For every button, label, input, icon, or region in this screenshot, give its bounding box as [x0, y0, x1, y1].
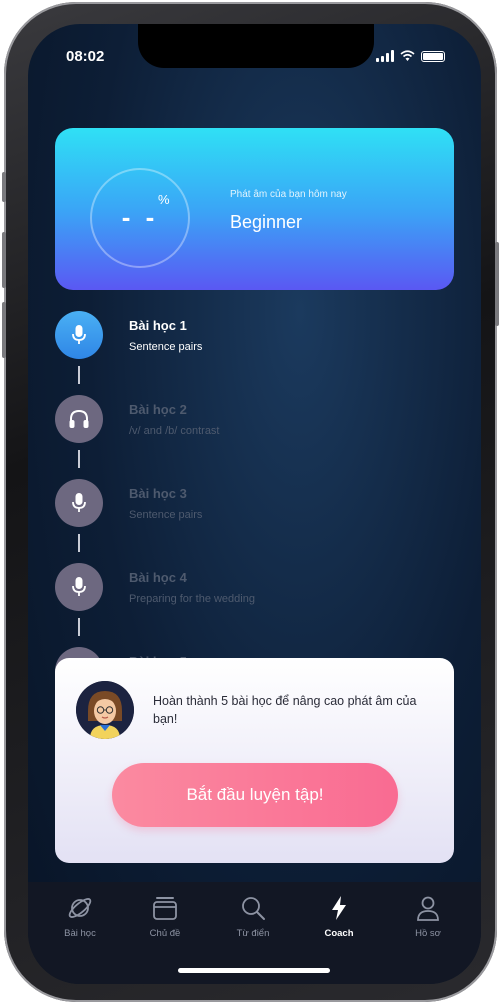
lesson-item-4[interactable]: Bài học 4 Preparing for the wedding — [55, 563, 455, 623]
lightning-icon — [332, 896, 346, 920]
score-caption: Phát âm của bạn hôm nay — [230, 189, 347, 200]
power-button — [495, 242, 499, 326]
headphones-icon — [69, 409, 89, 428]
tab-lessons[interactable]: Bài học — [45, 894, 115, 939]
coach-avatar — [76, 681, 134, 739]
wifi-icon — [400, 50, 415, 61]
coach-avatar-icon — [76, 681, 134, 739]
tab-profile[interactable]: Hồ sơ — [393, 894, 463, 939]
app-screen: 08:02 - - % Phát âm của bạn hôm nay Begi… — [28, 24, 481, 984]
notch — [138, 24, 374, 68]
profile-icon — [417, 896, 439, 921]
lesson-subtitle: Sentence pairs — [129, 509, 203, 521]
prompt-message: Hoàn thành 5 bài học để nâng cao phát âm… — [153, 694, 417, 726]
tab-topics[interactable]: Chủ đề — [130, 894, 200, 939]
home-indicator[interactable] — [178, 968, 330, 973]
volume-down-button — [2, 302, 6, 358]
battery-icon — [421, 50, 445, 62]
lesson-item-2[interactable]: Bài học 2 /v/ and /b/ contrast — [55, 395, 455, 455]
lesson-item-1[interactable]: Bài học 1 Sentence pairs — [55, 311, 455, 371]
lesson-icon-button[interactable] — [55, 395, 103, 443]
daily-score-card[interactable]: - - % Phát âm của bạn hôm nay Beginner — [55, 128, 454, 290]
tab-dictionary[interactable]: Từ điển — [218, 894, 288, 939]
volume-up-button — [2, 232, 6, 288]
lesson-icon-button[interactable] — [55, 311, 103, 359]
search-icon — [242, 897, 265, 920]
lesson-subtitle: Preparing for the wedding — [129, 593, 255, 605]
lesson-subtitle: Sentence pairs — [129, 341, 203, 353]
start-practice-button[interactable]: Bắt đầu luyện tập! — [112, 763, 398, 827]
lesson-title: Bài học 3 — [129, 486, 187, 501]
microphone-icon — [72, 493, 86, 512]
lesson-icon-button[interactable] — [55, 479, 103, 527]
tab-coach[interactable]: Coach — [304, 894, 374, 939]
status-time: 08:02 — [66, 48, 105, 65]
score-unit: % — [158, 192, 170, 207]
status-icons — [376, 50, 445, 62]
score-ring: - - % — [90, 168, 190, 268]
lesson-title: Bài học 2 — [129, 402, 187, 417]
microphone-icon — [72, 325, 86, 344]
phone-frame: 08:02 - - % Phát âm của bạn hôm nay Begi… — [2, 2, 499, 1002]
tab-label: Bài học — [64, 928, 96, 939]
mute-switch — [2, 172, 6, 202]
lesson-connector — [78, 534, 80, 552]
practice-prompt-card: Hoàn thành 5 bài học để nâng cao phát âm… — [55, 658, 454, 863]
cards-icon — [153, 897, 177, 920]
lesson-item-3[interactable]: Bài học 3 Sentence pairs — [55, 479, 455, 539]
lesson-title: Bài học 4 — [129, 570, 187, 585]
tab-label: Từ điển — [236, 928, 270, 939]
lesson-subtitle: /v/ and /b/ contrast — [129, 425, 220, 437]
lesson-connector — [78, 450, 80, 468]
lesson-icon-button[interactable] — [55, 563, 103, 611]
planet-icon — [68, 898, 92, 918]
lesson-title: Bài học 1 — [129, 318, 187, 333]
tab-label: Chủ đề — [149, 928, 181, 939]
lesson-connector — [78, 618, 80, 636]
tab-label: Coach — [324, 928, 354, 939]
tab-label: Hồ sơ — [415, 928, 441, 939]
microphone-icon — [72, 577, 86, 596]
lesson-connector — [78, 366, 80, 384]
level-label: Beginner — [230, 212, 303, 232]
cellular-signal-icon — [376, 50, 394, 62]
score-value: - - — [121, 202, 159, 232]
